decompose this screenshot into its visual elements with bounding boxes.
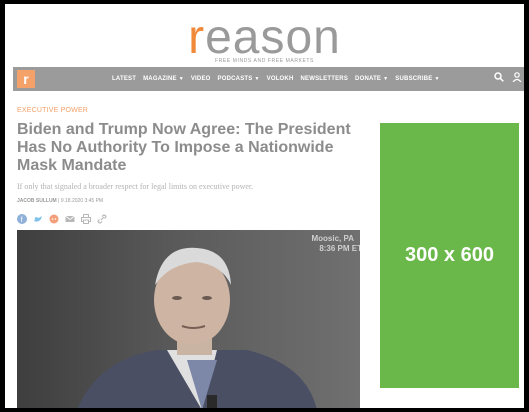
nav-item-magazine[interactable]: MAGAZINE ▼ [143, 76, 184, 82]
nav-icons [494, 72, 522, 85]
ad-placeholder[interactable]: 300 x 600 [380, 123, 519, 388]
tagline: FREE MINDS AND FREE MARKETS [215, 58, 314, 64]
nav-items: LATEST MAGAZINE ▼ VIDEO PODCASTS ▼ VOLOKH NEWSL… [112, 67, 440, 91]
author-name[interactable]: JACOB SULLUM [17, 198, 57, 204]
byline: JACOB SULLUM | 9.18.2020 3:45 PM [17, 198, 103, 204]
user-icon[interactable] [512, 72, 522, 85]
hero-photo [17, 230, 360, 408]
nav-item-label: NEWSLETTERS [300, 76, 349, 82]
chevron-down-icon: ▼ [383, 76, 389, 82]
ad-size-label: 300 x 600 [405, 244, 494, 266]
nav-item-label: VOLOKH [266, 76, 294, 82]
site-logo[interactable]: reason [5, 14, 524, 62]
search-icon[interactable] [494, 72, 504, 85]
nav-item-newsletters[interactable]: NEWSLETTERS [301, 76, 349, 82]
reddit-icon[interactable] [49, 211, 59, 224]
print-icon[interactable] [81, 211, 91, 224]
page-frame: reason FREE MINDS AND FREE MARKETS r LAT… [5, 4, 524, 408]
nav-item-label: SUBSCRIBE [395, 76, 433, 82]
chevron-down-icon: ▼ [254, 76, 260, 82]
twitter-icon[interactable] [33, 211, 43, 222]
publish-date: 9.18.2020 3:45 PM [60, 198, 104, 204]
article-headline: Biden and Trump Now Agree: The President… [17, 121, 351, 174]
nav-item-subscribe[interactable]: SUBSCRIBE ▼ [395, 76, 439, 82]
facebook-icon[interactable]: f [17, 211, 27, 224]
chevron-down-icon: ▼ [434, 76, 440, 82]
main-nav: r LATEST MAGAZINE ▼ VIDEO PODCASTS ▼ VOLOKH NEW… [13, 67, 524, 91]
nav-item-label: MAGAZINE [143, 76, 177, 82]
article-kicker[interactable]: EXECUTIVE POWER [17, 107, 88, 114]
nav-item-video[interactable]: VIDEO [191, 76, 211, 82]
broadcast-location: Moosic, PA [311, 234, 354, 243]
nav-logo-badge[interactable]: r [17, 70, 35, 88]
nav-item-label: VIDEO [190, 76, 211, 82]
nav-item-label: PODCASTS [217, 76, 253, 82]
chevron-down-icon: ▼ [178, 76, 184, 82]
masthead: reason FREE MINDS AND FREE MARKETS [5, 14, 524, 65]
nav-item-podcasts[interactable]: PODCASTS ▼ [218, 76, 260, 82]
nav-item-label: LATEST [112, 76, 137, 82]
hero-image[interactable]: Moosic, PA 8:36 PM ET [17, 230, 360, 408]
broadcast-time: 8:36 PM ET [319, 244, 360, 253]
svg-text:f: f [21, 217, 23, 224]
nav-item-latest[interactable]: LATEST [112, 76, 136, 82]
nav-item-volokh[interactable]: VOLOKH [267, 76, 294, 82]
email-icon[interactable] [65, 211, 75, 222]
nav-item-label: DONATE [355, 76, 382, 82]
share-bar: f [17, 211, 107, 224]
nav-item-donate[interactable]: DONATE ▼ [355, 76, 388, 82]
link-icon[interactable] [97, 211, 107, 224]
article-dek: If only that signaled a broader respect … [17, 182, 254, 191]
